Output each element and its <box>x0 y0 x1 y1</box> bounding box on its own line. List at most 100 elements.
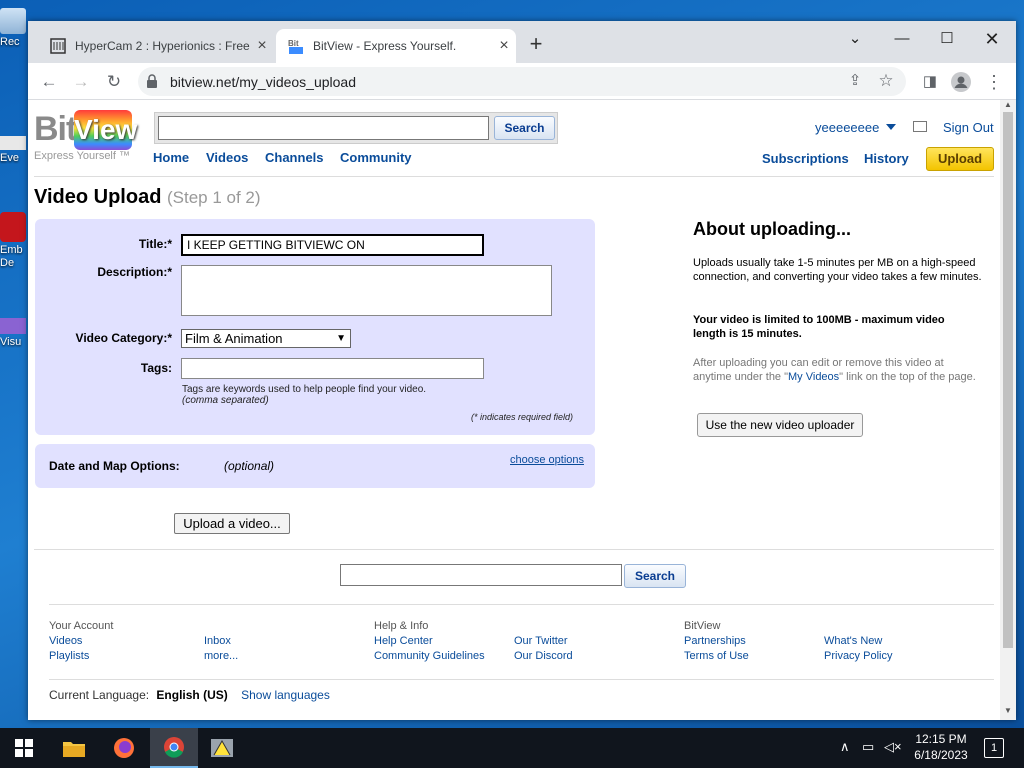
footer-link-twitter[interactable]: Our Twitter <box>514 634 573 649</box>
about-heading: About uploading... <box>693 219 851 239</box>
my-videos-link[interactable]: My Videos <box>788 371 839 383</box>
profile-avatar-icon[interactable] <box>948 69 974 95</box>
tags-label: Tags: <box>140 361 172 375</box>
username-link[interactable]: yeeeeeeee <box>815 120 879 135</box>
about-edit-text-b: " link on the top of the page. <box>839 371 976 383</box>
footer-heading: Help & Info <box>374 620 429 632</box>
sign-out-link[interactable]: Sign Out <box>943 120 994 135</box>
taskbar-chrome[interactable] <box>150 728 198 768</box>
category-label: Video Category:* <box>75 331 172 345</box>
side-panel-icon[interactable]: ◨ <box>917 69 943 95</box>
choose-options-link[interactable]: choose options <box>510 454 584 466</box>
scroll-down-arrow-icon[interactable]: ▼ <box>1000 706 1016 718</box>
maximize-button[interactable]: ☐ <box>925 25 969 53</box>
firefox-icon <box>114 738 134 758</box>
scroll-up-arrow-icon[interactable]: ▲ <box>1000 100 1016 112</box>
footer-link-community-guidelines[interactable]: Community Guidelines <box>374 649 485 664</box>
forward-arrow-icon[interactable]: → <box>68 69 94 95</box>
bitview-logo[interactable]: Bit View Express Yourself ™ <box>34 108 137 166</box>
start-button[interactable] <box>0 728 48 768</box>
browser-window: HyperCam 2 : Hyperionics : Free D × Bit … <box>28 21 1016 720</box>
page-scrollbar[interactable]: ▲ ▼ <box>1000 100 1016 720</box>
taskbar-firefox[interactable] <box>100 728 148 768</box>
close-tab-icon[interactable]: × <box>492 37 516 55</box>
title-input[interactable]: I KEEP GETTING BITVIEWC ON <box>181 234 484 256</box>
show-languages-link[interactable]: Show languages <box>241 688 330 702</box>
tab-search-chevron-icon[interactable]: ⌄ <box>833 25 877 53</box>
new-tab-button[interactable]: + <box>524 33 548 57</box>
footer-heading: Your Account <box>49 620 114 632</box>
footer-link-help-center[interactable]: Help Center <box>374 634 485 649</box>
language-value: English (US) <box>156 688 228 702</box>
nav-videos[interactable]: Videos <box>206 150 248 165</box>
nav-home[interactable]: Home <box>153 150 189 165</box>
close-tab-icon[interactable]: × <box>250 37 274 55</box>
desktop-icon-event[interactable]: Eve <box>0 136 28 164</box>
upload-video-button[interactable]: Upload a video... <box>174 513 290 534</box>
content-divider <box>34 549 994 550</box>
footer-link-videos[interactable]: Videos <box>49 634 113 649</box>
footer-link-playlists[interactable]: Playlists <box>49 649 113 664</box>
volume-muted-icon[interactable]: ◁× <box>884 739 902 755</box>
language-label: Current Language: <box>49 688 150 702</box>
notification-center-icon[interactable]: 1 <box>984 738 1004 758</box>
search-button[interactable]: Search <box>494 116 555 140</box>
footer-link-whats-new[interactable]: What's New <box>824 634 892 649</box>
tab-hypercam[interactable]: HyperCam 2 : Hyperionics : Free D × <box>38 29 274 63</box>
footer-column-bitview-2: What's New Privacy Policy <box>824 634 892 664</box>
upload-button[interactable]: Upload <box>926 147 994 171</box>
footer-column-bitview: BitView Partnerships Terms of Use <box>684 619 749 664</box>
tab-bitview[interactable]: Bit BitView - Express Yourself. × <box>276 29 516 63</box>
category-select[interactable]: Film & Animation ▼ <box>181 329 351 348</box>
header-divider <box>34 176 994 177</box>
network-icon[interactable]: ▭ <box>862 739 874 755</box>
search-input[interactable] <box>158 116 489 140</box>
description-textarea[interactable] <box>181 265 552 316</box>
mail-icon[interactable] <box>913 121 927 132</box>
scrollbar-thumb[interactable] <box>1003 112 1013 648</box>
optional-text: (optional) <box>224 459 275 473</box>
close-window-button[interactable]: ✕ <box>970 25 1014 53</box>
taskbar-file-explorer[interactable] <box>50 728 98 768</box>
tags-hint-comma: (comma separated) <box>182 395 269 406</box>
bottom-search-input[interactable] <box>340 564 622 586</box>
shortcut-icon <box>0 136 26 150</box>
desktop-icon-visual[interactable]: Visu <box>0 318 28 348</box>
menu-kebab-icon[interactable]: ⋮ <box>981 69 1007 95</box>
reload-icon[interactable]: ↻ <box>101 69 127 95</box>
footer-link-discord[interactable]: Our Discord <box>514 649 573 664</box>
upload-form: Title:* I KEEP GETTING BITVIEWC ON Descr… <box>35 219 595 435</box>
footer-divider <box>49 604 994 605</box>
tags-hint: Tags are keywords used to help people fi… <box>182 384 426 406</box>
clock-time: 12:15 PM <box>915 732 967 746</box>
footer-link-more[interactable]: more... <box>204 649 238 664</box>
back-arrow-icon[interactable]: ← <box>36 69 62 95</box>
footer-link-inbox[interactable]: Inbox <box>204 634 238 649</box>
minimize-button[interactable]: — <box>880 25 924 53</box>
history-link[interactable]: History <box>864 151 909 166</box>
nav-community[interactable]: Community <box>340 150 412 165</box>
clock[interactable]: 12:15 PM 6/18/2023 <box>906 731 976 763</box>
subscriptions-link[interactable]: Subscriptions <box>762 151 849 166</box>
taskbar-hypercam[interactable] <box>198 728 246 768</box>
footer-link-privacy[interactable]: Privacy Policy <box>824 649 892 664</box>
desktop-icon-embarcadero[interactable]: Emb De <box>0 212 28 270</box>
share-icon[interactable]: ⇪ <box>842 68 868 94</box>
address-bar[interactable]: bitview.net/my_videos_upload ⇪ ☆ <box>138 67 906 96</box>
tray-chevron-up-icon[interactable]: ∧ <box>840 739 850 755</box>
footer-link-terms[interactable]: Terms of Use <box>684 649 749 664</box>
bottom-search-button[interactable]: Search <box>624 564 686 588</box>
new-uploader-button[interactable]: Use the new video uploader <box>697 413 863 437</box>
logo-bit-text: Bit <box>34 110 77 148</box>
bookmark-star-icon[interactable]: ☆ <box>873 68 899 94</box>
tags-input[interactable] <box>181 358 484 379</box>
svg-text:Bit: Bit <box>288 39 299 48</box>
tab-title: HyperCam 2 : Hyperionics : Free D <box>75 39 250 53</box>
footer-heading: BitView <box>684 620 721 632</box>
nav-channels[interactable]: Channels <box>265 150 324 165</box>
desktop-icon-label: Emb De <box>0 244 23 269</box>
footer-link-partnerships[interactable]: Partnerships <box>684 634 749 649</box>
user-menu-caret-icon[interactable] <box>886 124 896 130</box>
app-icon <box>0 212 26 242</box>
desktop-icon-recycle-bin[interactable]: Rec <box>0 8 28 48</box>
